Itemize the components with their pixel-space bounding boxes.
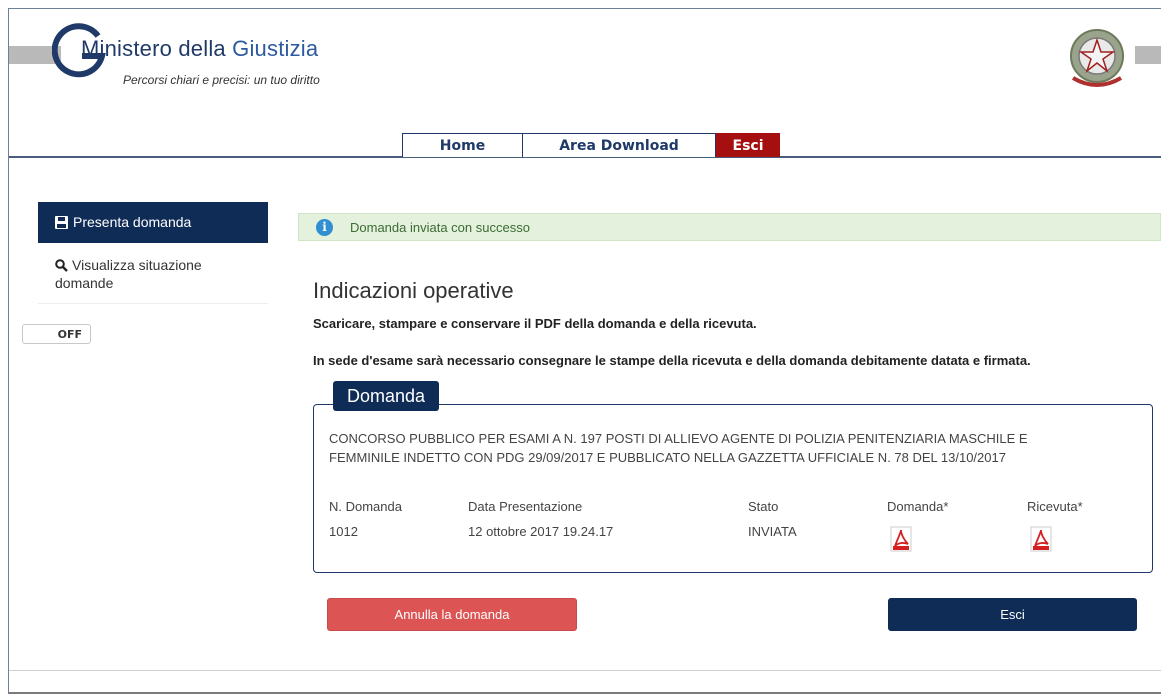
site-title[interactable]: Ministero della Giustizia bbox=[81, 36, 318, 62]
col-header-number: N. Domanda bbox=[329, 499, 402, 514]
success-alert: i Domanda inviata con successo bbox=[298, 213, 1161, 241]
col-header-status: Stato bbox=[748, 499, 779, 514]
nav-home[interactable]: Home bbox=[402, 133, 523, 157]
application-pdf-icon[interactable] bbox=[890, 526, 912, 552]
search-icon bbox=[55, 259, 68, 272]
logo-band-right bbox=[1135, 46, 1161, 64]
col-header-application: Domanda* bbox=[887, 499, 949, 514]
contest-line-1: CONCORSO PUBBLICO PER ESAMI A N. 197 POS… bbox=[329, 431, 1028, 446]
col-header-date: Data Presentazione bbox=[468, 499, 583, 514]
exit-button[interactable]: Esci bbox=[888, 598, 1137, 631]
info-icon: i bbox=[316, 218, 333, 236]
instruction-exam: In sede d'esame sarà necessario consegna… bbox=[313, 353, 1031, 368]
sidebar-item-label: Presenta domanda bbox=[73, 214, 192, 230]
italian-republic-emblem-icon bbox=[1070, 29, 1124, 87]
contest-description: CONCORSO PUBBLICO PER ESAMI A N. 197 POS… bbox=[329, 429, 1129, 467]
instruction-download: Scaricare, stampare e conservare il PDF … bbox=[313, 316, 757, 331]
footer-divider bbox=[9, 670, 1161, 671]
application-status: INVIATA bbox=[748, 524, 797, 539]
col-header-receipt: Ricevuta* bbox=[1027, 499, 1083, 514]
site-tagline: Percorsi chiari e precisi: un tuo diritt… bbox=[123, 73, 320, 87]
sidebar-item-visualizza-situazione[interactable]: Visualizza situazione domande bbox=[38, 256, 268, 304]
sidebar-item-label: Visualizza situazione domande bbox=[55, 257, 202, 291]
receipt-pdf-icon[interactable] bbox=[1030, 526, 1052, 552]
sidebar-item-presenta-domanda[interactable]: Presenta domanda bbox=[38, 202, 268, 243]
page-heading: Indicazioni operative bbox=[313, 278, 514, 303]
application-number: 1012 bbox=[329, 524, 358, 539]
contest-line-2: FEMMINILE INDETTO CON PDG 29/09/2017 E P… bbox=[329, 450, 1006, 465]
floppy-disk-icon bbox=[55, 216, 68, 229]
off-toggle[interactable]: OFF bbox=[22, 324, 91, 344]
cancel-application-button[interactable]: Annulla la domanda bbox=[327, 598, 577, 631]
application-date: 12 ottobre 2017 19.24.17 bbox=[468, 524, 614, 539]
nav-exit[interactable]: Esci bbox=[716, 133, 780, 157]
main-nav: Home Area Download Esci bbox=[402, 133, 780, 157]
nav-area-download[interactable]: Area Download bbox=[523, 133, 716, 157]
domanda-legend: Domanda bbox=[333, 381, 440, 411]
alert-message: Domanda inviata con successo bbox=[350, 219, 530, 235]
